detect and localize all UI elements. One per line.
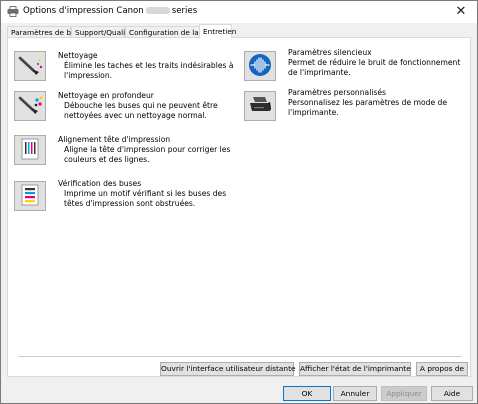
cancel-button[interactable]: Annuler: [333, 386, 377, 401]
quiet-settings-item: Paramètres silencieux Permet de réduire …: [244, 48, 469, 82]
printer-status-button[interactable]: Afficher l'état de l'imprimante: [299, 362, 411, 376]
alignment-title: Alignement tête d'impression: [58, 135, 171, 144]
panel-divider: [18, 356, 462, 357]
maintenance-panel: Nettoyage Élimine les taches et les trai…: [7, 37, 471, 377]
window-title-prefix: Options d'impression Canon: [23, 6, 144, 16]
alignment-icon: [21, 138, 39, 162]
apply-button[interactable]: Appliquer: [381, 386, 427, 401]
alignment-item: Alignement tête d'impression Aligne la t…: [14, 135, 244, 169]
cleaning-icon: [17, 54, 43, 78]
nozzle-check-description: Imprime un motif vérifiant si les buses …: [64, 189, 227, 208]
help-button[interactable]: Aide: [431, 386, 473, 401]
quiet-settings-description: Permet de réduire le bruit de fonctionne…: [288, 58, 461, 77]
deep-cleaning-title: Nettoyage en profondeur: [58, 91, 154, 100]
deep-cleaning-icon: [17, 94, 43, 118]
printer-icon: [248, 94, 272, 118]
quiet-settings-button[interactable]: [244, 51, 276, 81]
deep-cleaning-button[interactable]: [14, 91, 46, 121]
deep-cleaning-description: Débouche les buses qui ne peuvent être n…: [64, 101, 218, 120]
cleaning-item: Nettoyage Élimine les taches et les trai…: [14, 51, 244, 85]
quiet-icon: [248, 53, 272, 79]
tab-media-quality[interactable]: Support/Qualité: [71, 26, 133, 37]
tab-page-setup[interactable]: Configuration de la page: [125, 26, 219, 37]
tab-maintenance[interactable]: Entretien: [199, 24, 236, 38]
print-options-window: Options d'impression Canon series ✕ Param…: [0, 0, 478, 404]
cleaning-description: Élimine les taches et les traits indésir…: [64, 61, 234, 80]
close-button[interactable]: ✕: [453, 4, 469, 20]
nozzle-check-item: Vérification des buses Imprime un motif …: [14, 179, 244, 213]
tab-basic-settings[interactable]: Paramètres de base: [7, 26, 84, 37]
custom-settings-title: Paramètres personnalisés: [288, 88, 387, 97]
alignment-description: Aligne la tête d'impression pour corrige…: [64, 145, 231, 164]
open-remote-ui-button[interactable]: Ouvrir l'interface utilisateur distante: [160, 362, 296, 376]
title-bar: Options d'impression Canon series ✕: [1, 1, 477, 23]
quiet-settings-title: Paramètres silencieux: [288, 48, 372, 57]
ok-button[interactable]: OK: [283, 386, 331, 401]
deep-cleaning-item: Nettoyage en profondeur Débouche les bus…: [14, 91, 244, 125]
nozzle-check-icon: [21, 184, 39, 208]
custom-settings-description: Personnalisez les paramètres de mode de …: [288, 98, 448, 117]
nozzle-check-title: Vérification des buses: [58, 179, 142, 188]
custom-settings-item: Paramètres personnalisés Personnalisez l…: [244, 88, 469, 122]
custom-settings-button[interactable]: [244, 91, 276, 121]
window-title-suffix: series: [171, 6, 198, 16]
window-title: Options d'impression Canon series: [23, 6, 197, 16]
nozzle-check-button[interactable]: [14, 181, 46, 211]
cleaning-button[interactable]: [14, 51, 46, 81]
cleaning-title: Nettoyage: [58, 51, 98, 60]
about-button[interactable]: A propos de: [416, 362, 468, 376]
redacted-model-name: [145, 7, 170, 14]
alignment-button[interactable]: [14, 135, 46, 165]
printer-app-icon: [7, 6, 19, 17]
